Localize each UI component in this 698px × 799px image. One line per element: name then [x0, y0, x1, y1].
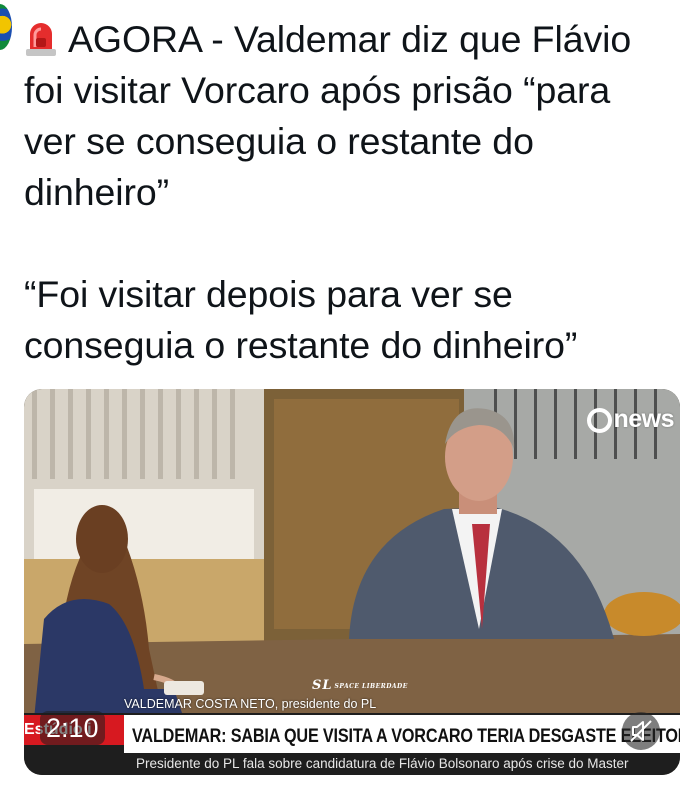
tweet-text: AGORA - Valdemar diz que Flávio foi visi… — [24, 14, 684, 371]
studio-stamp: SL SPACE LIBERDADE — [312, 678, 408, 693]
speaker-muted-icon — [630, 720, 652, 742]
mute-button[interactable] — [622, 712, 660, 750]
video-duration: 2:10 — [40, 711, 105, 745]
channel-logo: news — [587, 405, 674, 434]
tweet-body: AGORA - Valdemar diz que Flávio foi visi… — [24, 18, 632, 366]
globo-ring-icon — [587, 408, 613, 433]
siren-icon — [26, 23, 56, 56]
video-player[interactable]: news SL SPACE LIBERDADE VALDEMAR COSTA NE… — [24, 389, 680, 775]
author-avatar[interactable] — [0, 4, 12, 50]
name-strip: VALDEMAR COSTA NETO, presidente do PL — [124, 697, 377, 711]
subheadline: Presidente do PL fala sobre candidatura … — [136, 756, 629, 771]
headline: VALDEMAR: SABIA QUE VISITA A VORCARO TER… — [132, 725, 680, 747]
